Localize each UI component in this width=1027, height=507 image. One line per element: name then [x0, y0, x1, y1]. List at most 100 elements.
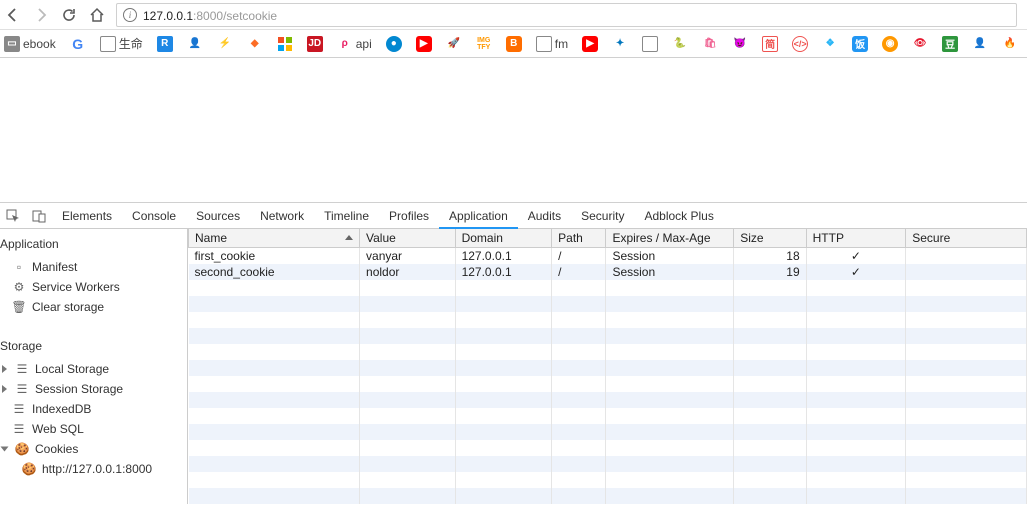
devtools-tabbar: Elements Console Sources Network Timelin…: [0, 203, 1027, 229]
table-row: [189, 328, 1027, 344]
bookmark-icon-11[interactable]: 👤: [972, 36, 988, 52]
bookmark-ebook[interactable]: ▭ebook: [4, 36, 56, 52]
tab-sources[interactable]: Sources: [186, 203, 250, 229]
bookmark-icon-9[interactable]: ❖: [822, 36, 838, 52]
info-icon[interactable]: i: [123, 8, 137, 22]
tab-timeline[interactable]: Timeline: [314, 203, 379, 229]
bookmark-blogger[interactable]: B: [506, 36, 522, 52]
bookmark-youtube[interactable]: ▶: [416, 36, 432, 52]
tab-application[interactable]: Application: [439, 203, 518, 229]
back-button[interactable]: [4, 6, 22, 24]
tab-adblock[interactable]: Adblock Plus: [634, 203, 723, 229]
sidebar-section-storage: Storage: [0, 331, 187, 359]
table-row: [189, 424, 1027, 440]
table-row: [189, 344, 1027, 360]
col-domain[interactable]: Domain: [455, 229, 552, 248]
tab-elements[interactable]: Elements: [52, 203, 122, 229]
bookmark-yt2[interactable]: ▶: [582, 36, 598, 52]
sidebar-item-clear-storage[interactable]: 🗑Clear storage: [0, 297, 187, 317]
omnibox[interactable]: i 127.0.0.1:8000/setcookie: [116, 3, 1017, 27]
bookmark-icon-3[interactable]: ⚡: [217, 36, 233, 52]
sidebar-item-cookies[interactable]: 🍪Cookies: [0, 439, 187, 459]
bookmark-icon-5[interactable]: ✦: [612, 36, 628, 52]
trash-icon: 🗑: [12, 300, 26, 314]
bookmark-jian[interactable]: 简: [762, 36, 778, 52]
cookie-icon: 🍪: [22, 462, 36, 476]
expand-icon: [2, 385, 7, 393]
address-bar: i 127.0.0.1:8000/setcookie: [0, 0, 1027, 30]
col-http[interactable]: HTTP: [806, 229, 906, 248]
table-row: [189, 440, 1027, 456]
application-sidebar: Application ▫Manifest ⚙Service Workers 🗑…: [0, 229, 188, 504]
bookmark-icon-4[interactable]: ●: [386, 36, 402, 52]
bookmark-ele[interactable]: 饭: [852, 36, 868, 52]
cookie-icon: 🍪: [15, 442, 29, 456]
bookmark-fire[interactable]: 🔥: [1002, 36, 1018, 52]
sidebar-item-local-storage[interactable]: ☰Local Storage: [0, 359, 187, 379]
bookmark-google[interactable]: G: [70, 36, 86, 52]
device-icon[interactable]: [26, 203, 52, 229]
forward-button[interactable]: [32, 6, 50, 24]
bookmark-api[interactable]: ρapi: [337, 36, 372, 52]
bookmarks-bar: ▭ebook G 生命 R 👤 ⚡ ◆ JD ρapi ● ▶ 🚀 IMGTFY…: [0, 30, 1027, 58]
bookmark-gitlab[interactable]: ◆: [247, 36, 263, 52]
col-expires[interactable]: Expires / Max-Age: [606, 229, 734, 248]
bookmark-icon-10[interactable]: ◉: [882, 36, 898, 52]
table-row: [189, 408, 1027, 424]
bookmark-fm[interactable]: fm: [536, 36, 568, 52]
sidebar-item-manifest[interactable]: ▫Manifest: [0, 257, 187, 277]
table-row: [189, 296, 1027, 312]
table-row: [189, 488, 1027, 504]
col-name[interactable]: Name: [189, 229, 360, 248]
bookmark-rocket[interactable]: 🚀: [446, 36, 462, 52]
cookies-table-pane: Name Value Domain Path Expires / Max-Age…: [188, 229, 1027, 504]
expand-icon: [2, 365, 7, 373]
bookmark-jd[interactable]: JD: [307, 36, 323, 52]
col-secure[interactable]: Secure: [906, 229, 1027, 248]
table-row: [189, 472, 1027, 488]
table-row: [189, 360, 1027, 376]
bookmark-code[interactable]: </>: [792, 36, 808, 52]
sidebar-item-service-workers[interactable]: ⚙Service Workers: [0, 277, 187, 297]
bookmark-douban[interactable]: 豆: [942, 36, 958, 52]
sidebar-section-application: Application: [0, 229, 187, 257]
home-button[interactable]: [88, 6, 106, 24]
table-row[interactable]: second_cookienoldor127.0.0.1/Session19✓: [189, 264, 1027, 280]
sidebar-item-websql[interactable]: ☰Web SQL: [0, 419, 187, 439]
bookmark-imgtfy[interactable]: IMGTFY: [476, 36, 492, 52]
bookmark-icon-1[interactable]: R: [157, 36, 173, 52]
db-icon: ☰: [12, 402, 26, 416]
tab-profiles[interactable]: Profiles: [379, 203, 439, 229]
tab-console[interactable]: Console: [122, 203, 186, 229]
bookmark-weibo[interactable]: 👁: [912, 36, 928, 52]
col-size[interactable]: Size: [734, 229, 806, 248]
bookmark-icon-6[interactable]: [642, 36, 658, 52]
tab-security[interactable]: Security: [571, 203, 634, 229]
table-row: [189, 280, 1027, 296]
cookies-table: Name Value Domain Path Expires / Max-Age…: [188, 229, 1027, 504]
bookmark-icon-2[interactable]: 👤: [187, 36, 203, 52]
table-row: [189, 376, 1027, 392]
table-row: [189, 392, 1027, 408]
bookmark-python[interactable]: 🐍: [672, 36, 688, 52]
storage-icon: ☰: [15, 382, 29, 396]
gear-icon: ⚙: [12, 280, 26, 294]
bookmark-icon-7[interactable]: 🛍: [702, 36, 718, 52]
bookmark-ms[interactable]: [277, 36, 293, 52]
sidebar-item-session-storage[interactable]: ☰Session Storage: [0, 379, 187, 399]
sidebar-item-indexeddb[interactable]: ☰IndexedDB: [0, 399, 187, 419]
devtools-panel: Elements Console Sources Network Timelin…: [0, 202, 1027, 504]
storage-icon: ☰: [15, 362, 29, 376]
col-path[interactable]: Path: [552, 229, 606, 248]
bookmark-icon-8[interactable]: 😈: [732, 36, 748, 52]
tab-network[interactable]: Network: [250, 203, 314, 229]
table-row[interactable]: first_cookievanyar127.0.0.1/Session18✓: [189, 248, 1027, 265]
bookmark-life[interactable]: 生命: [100, 35, 143, 52]
inspect-icon[interactable]: [0, 203, 26, 229]
db-icon: ☰: [12, 422, 26, 436]
sidebar-cookie-origin[interactable]: 🍪http://127.0.0.1:8000: [0, 459, 187, 479]
tab-audits[interactable]: Audits: [518, 203, 571, 229]
url-display: 127.0.0.1:8000/setcookie: [143, 7, 277, 23]
col-value[interactable]: Value: [360, 229, 456, 248]
reload-button[interactable]: [60, 6, 78, 24]
